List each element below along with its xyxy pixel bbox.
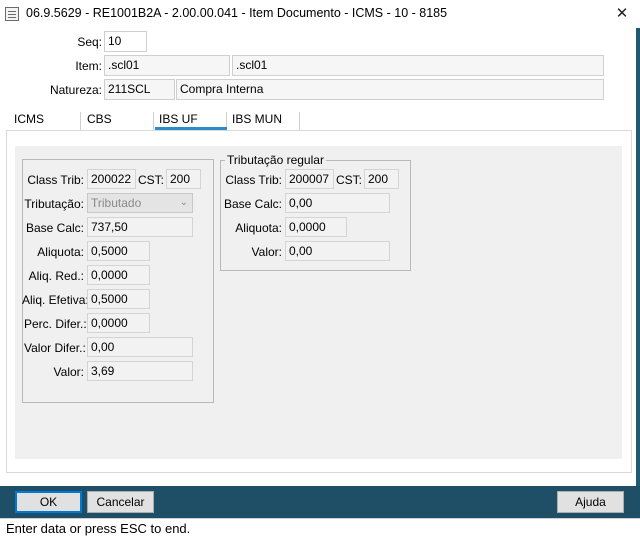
regular-base-calc-label: Base Calc:: [223, 197, 282, 211]
item-description-field[interactable]: .scl01: [232, 55, 604, 76]
tab-separator: [153, 112, 154, 130]
cst-label: CST:: [138, 173, 165, 187]
aliq-efetiva-field[interactable]: 0,5000: [87, 289, 150, 309]
base-calc-field[interactable]: 737,50: [87, 217, 193, 237]
group-title: Tributação regular: [225, 153, 326, 167]
regular-aliquota-label: Aliquota:: [235, 221, 282, 235]
regular-class-trib-label: Class Trib:: [225, 173, 282, 187]
item-label: Item:: [75, 59, 102, 73]
valor-label: Valor:: [53, 365, 84, 379]
window-border: [636, 28, 640, 516]
close-icon[interactable]: ✕: [604, 0, 640, 28]
regular-aliquota-field[interactable]: 0,0000: [285, 217, 347, 237]
item-code-field[interactable]: .scl01: [104, 55, 230, 76]
aliq-efetiva-label: Aliq. Efetiva:: [22, 293, 89, 307]
tab-icms[interactable]: ICMS: [14, 112, 44, 130]
chevron-down-icon: ⌄: [179, 197, 188, 208]
help-button[interactable]: Ajuda: [557, 491, 624, 513]
window-title: 06.9.5629 - RE1001B2A - 2.00.00.041 - It…: [26, 6, 448, 20]
regular-valor-label: Valor:: [251, 245, 282, 259]
valor-difer-label: Valor Difer.:: [24, 341, 86, 355]
regular-base-calc-field[interactable]: 0,00: [285, 193, 390, 213]
aliq-red-label: Aliq. Red.:: [28, 269, 84, 283]
natureza-description-field[interactable]: Compra Interna: [176, 79, 604, 100]
active-tab-indicator: [155, 127, 227, 130]
tab-ibs-mun[interactable]: IBS MUN: [232, 112, 282, 130]
class-trib-label: Class Trib:: [27, 173, 84, 187]
base-calc-label: Base Calc:: [25, 221, 84, 235]
cst-field[interactable]: 200: [166, 169, 201, 189]
class-trib-field[interactable]: 200022: [87, 169, 136, 189]
tab-cbs[interactable]: CBS: [87, 112, 112, 130]
seq-label: Seq:: [77, 35, 102, 49]
aliquota-field[interactable]: 0,5000: [87, 241, 150, 261]
aliq-red-field[interactable]: 0,0000: [87, 265, 150, 285]
regular-valor-field[interactable]: 0,00: [285, 241, 390, 261]
valor-field[interactable]: 3,69: [87, 361, 193, 381]
ok-button[interactable]: OK: [15, 491, 82, 513]
tributacao-value: Tributado: [91, 196, 142, 210]
tributacao-label: Tributação:: [24, 197, 84, 211]
regular-class-trib-field[interactable]: 200007: [285, 169, 334, 189]
aliquota-label: Aliquota:: [37, 245, 84, 259]
perc-difer-field[interactable]: 0,0000: [87, 313, 150, 333]
tributacao-select[interactable]: Tributado ⌄: [87, 193, 193, 213]
regular-cst-field[interactable]: 200: [364, 169, 399, 189]
tab-separator: [80, 112, 81, 130]
valor-difer-field[interactable]: 0,00: [87, 337, 193, 357]
regular-cst-label: CST:: [336, 173, 363, 187]
perc-difer-label: Perc. Difer.:: [24, 317, 87, 331]
cancel-button[interactable]: Cancelar: [87, 491, 154, 513]
tab-separator: [299, 112, 300, 130]
natureza-label: Natureza:: [49, 83, 102, 97]
natureza-code-field[interactable]: 211SCL: [104, 79, 175, 100]
app-icon: [5, 7, 19, 21]
status-bar: Enter data or press ESC to end.: [0, 518, 640, 536]
seq-input[interactable]: 10: [104, 31, 147, 52]
